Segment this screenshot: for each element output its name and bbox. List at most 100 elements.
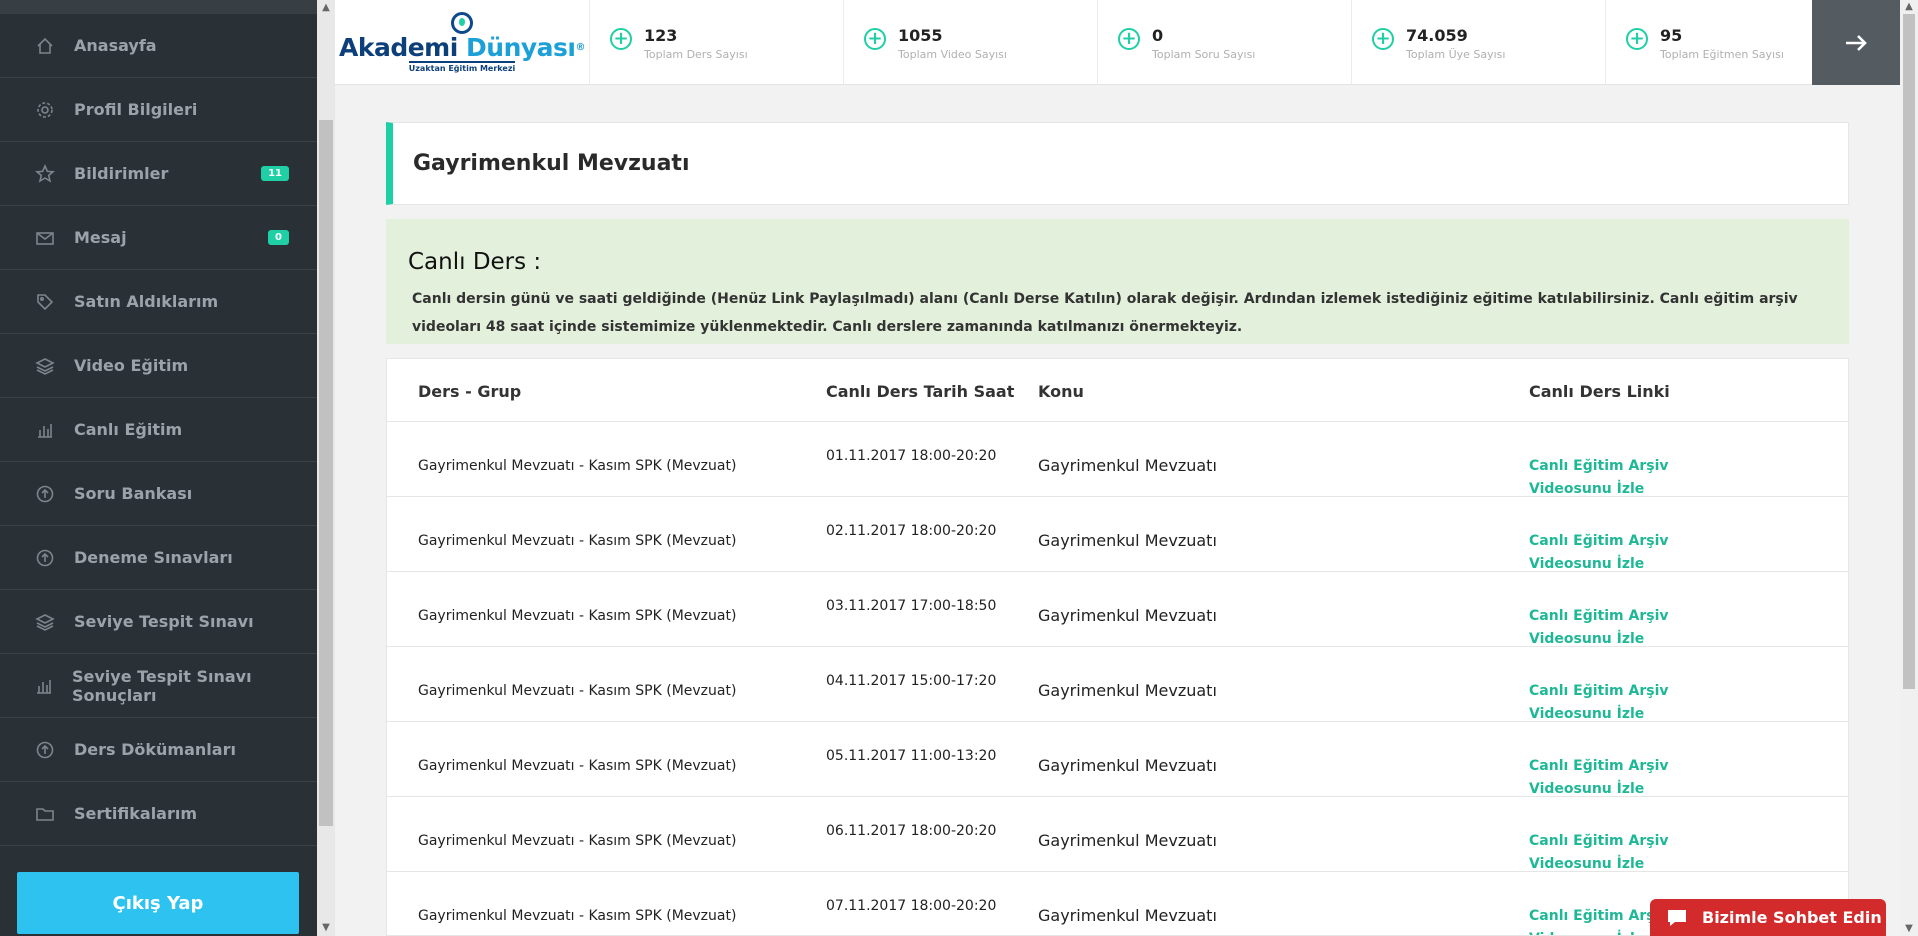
stat-value: 123 <box>644 26 678 45</box>
stat-total-questions: + 0 Toplam Soru Sayısı <box>1098 0 1352 85</box>
table-row: Gayrimenkul Mevzuatı - Kasım SPK (Mevzua… <box>387 572 1848 647</box>
sidebar-item-label: Sertifikalarım <box>74 804 198 823</box>
plus-circle-icon: + <box>1626 28 1648 50</box>
column-header-link: Canlı Ders Linki <box>1529 382 1670 401</box>
sidebar: Anasayfa Profil Bilgileri Bildirimler 11… <box>0 0 317 936</box>
sidebar-scrollbar[interactable]: ▲ ▼ <box>317 0 335 936</box>
sidebar-item-label: Satın Aldıklarım <box>74 292 219 311</box>
sidebar-top-strip <box>0 0 317 14</box>
sidebar-item-label: Bildirimler <box>74 164 169 183</box>
sidebar-item-label: Soru Bankası <box>74 484 193 503</box>
archive-video-link[interactable]: Canlı Eğitim Arşiv Videosunu İzle <box>1529 530 1729 576</box>
logo-wordmark: Akademi Dünyası® <box>338 33 585 62</box>
sidebar-item-bildirimler[interactable]: Bildirimler 11 <box>0 142 317 206</box>
sidebar-item-anasayfa[interactable]: Anasayfa <box>0 14 317 78</box>
archive-video-link[interactable]: Canlı Eğitim Arşiv Videosunu İzle <box>1529 830 1729 876</box>
sidebar-item-satin-aldiklarim[interactable]: Satın Aldıklarım <box>0 270 317 334</box>
sidebar-item-soru-bankasi[interactable]: Soru Bankası <box>0 462 317 526</box>
cell-topic: Gayrimenkul Mevzuatı <box>1038 606 1217 625</box>
sidebar-item-canli-egitim[interactable]: Canlı Eğitim <box>0 398 317 462</box>
live-lesson-info-box: Canlı Ders : Canlı dersin günü ve saati … <box>386 219 1849 344</box>
brand-logo[interactable]: Akademi Dünyası® Uzaktan Eğitim Merkezi <box>335 0 590 85</box>
page-title-card: Gayrimenkul Mevzuatı <box>386 122 1849 205</box>
cell-datetime: 06.11.2017 18:00-20:20 <box>826 823 997 839</box>
home-icon <box>34 35 56 57</box>
cell-datetime: 01.11.2017 18:00-20:20 <box>826 448 997 464</box>
sidebar-item-sertifikalarim[interactable]: Sertifikalarım <box>0 782 317 846</box>
archive-video-link[interactable]: Canlı Eğitim Arşiv Videosunu İzle <box>1529 455 1729 501</box>
sidebar-item-seviye-tespit-sinavi[interactable]: Seviye Tespit Sınavı <box>0 590 317 654</box>
arrow-up-circle-icon <box>34 483 56 505</box>
table-row: Gayrimenkul Mevzuatı - Kasım SPK (Mevzua… <box>387 497 1848 572</box>
bar-chart-icon <box>34 675 54 697</box>
table-row: Gayrimenkul Mevzuatı - Kasım SPK (Mevzua… <box>387 797 1848 872</box>
sidebar-item-deneme-sinavlari[interactable]: Deneme Sınavları <box>0 526 317 590</box>
column-header-topic: Konu <box>1038 382 1084 401</box>
stat-caption: Toplam Video Sayısı <box>898 48 1007 61</box>
logo-mark-icon <box>451 12 473 34</box>
sidebar-item-label: Canlı Eğitim <box>74 420 183 439</box>
sidebar-item-label: Ders Dökümanları <box>74 740 236 759</box>
sidebar-item-label: Deneme Sınavları <box>74 548 233 567</box>
archive-video-link[interactable]: Canlı Eğitim Arşiv Videosunu İzle <box>1529 755 1729 801</box>
cell-group: Gayrimenkul Mevzuatı - Kasım SPK (Mevzua… <box>418 458 737 474</box>
folder-icon <box>34 803 56 825</box>
sidebar-item-video-egitim[interactable]: Video Eğitim <box>0 334 317 398</box>
archive-video-link[interactable]: Canlı Eğitim Arşiv Videosunu İzle <box>1529 680 1729 726</box>
sidebar-item-ders-dokumanlari[interactable]: Ders Dökümanları <box>0 718 317 782</box>
top-header: Akademi Dünyası® Uzaktan Eğitim Merkezi … <box>335 0 1900 85</box>
cell-group: Gayrimenkul Mevzuatı - Kasım SPK (Mevzua… <box>418 608 737 624</box>
cell-group: Gayrimenkul Mevzuatı - Kasım SPK (Mevzua… <box>418 833 737 849</box>
star-icon <box>34 163 56 185</box>
stat-caption: Toplam Soru Sayısı <box>1152 48 1256 61</box>
cell-group: Gayrimenkul Mevzuatı - Kasım SPK (Mevzua… <box>418 758 737 774</box>
stat-total-members: + 74.059 Toplam Üye Sayısı <box>1352 0 1606 85</box>
scroll-up-arrow-icon[interactable]: ▲ <box>1900 0 1918 14</box>
sidebar-item-seviye-tespit-sonuclari[interactable]: Seviye Tespit Sınavı Sonuçları <box>0 654 317 718</box>
cell-datetime: 03.11.2017 17:00-18:50 <box>826 598 997 614</box>
stat-value: 95 <box>1660 26 1683 45</box>
stat-total-instructors: + 95 Toplam Eğitmen Sayısı <box>1606 0 1812 85</box>
cell-datetime: 07.11.2017 18:00-20:20 <box>826 898 997 914</box>
page-scrollbar[interactable]: ▲ ▼ <box>1900 0 1918 936</box>
cell-topic: Gayrimenkul Mevzuatı <box>1038 756 1217 775</box>
cell-group: Gayrimenkul Mevzuatı - Kasım SPK (Mevzua… <box>418 908 737 924</box>
layers-icon <box>34 611 56 633</box>
plus-circle-icon: + <box>1372 28 1394 50</box>
table-row: Gayrimenkul Mevzuatı - Kasım SPK (Mevzua… <box>387 647 1848 722</box>
archive-video-link[interactable]: Canlı Eğitim Arşiv Videosunu İzle <box>1529 605 1729 651</box>
plus-circle-icon: + <box>610 28 632 50</box>
forward-arrow-button[interactable] <box>1812 0 1900 85</box>
chat-bubble-icon <box>1668 909 1686 926</box>
table-row: Gayrimenkul Mevzuatı - Kasım SPK (Mevzua… <box>387 422 1848 497</box>
sidebar-scroll-thumb[interactable] <box>319 120 333 826</box>
scroll-down-arrow-icon[interactable]: ▼ <box>1900 922 1918 936</box>
message-count-badge: 0 <box>268 230 289 245</box>
scroll-down-arrow-icon[interactable]: ▼ <box>317 920 335 936</box>
stat-caption: Toplam Ders Sayısı <box>644 48 748 61</box>
sidebar-item-label: Mesaj <box>74 228 127 247</box>
logo-tagline: Uzaktan Eğitim Merkezi <box>408 61 516 73</box>
page-title: Gayrimenkul Mevzuatı <box>413 151 690 176</box>
table-row: Gayrimenkul Mevzuatı - Kasım SPK (Mevzua… <box>387 872 1848 935</box>
page-scroll-thumb[interactable] <box>1903 14 1915 689</box>
cell-group: Gayrimenkul Mevzuatı - Kasım SPK (Mevzua… <box>418 533 737 549</box>
sidebar-item-label: Seviye Tespit Sınavı <box>74 612 254 631</box>
notification-count-badge: 11 <box>261 166 289 181</box>
stat-total-courses: + 123 Toplam Ders Sayısı <box>590 0 844 85</box>
sidebar-item-label: Profil Bilgileri <box>74 100 198 119</box>
cell-datetime: 02.11.2017 18:00-20:20 <box>826 523 997 539</box>
logout-button[interactable]: Çıkış Yap <box>17 872 299 934</box>
scroll-up-arrow-icon[interactable]: ▲ <box>317 0 335 16</box>
stat-total-videos: + 1055 Toplam Video Sayısı <box>844 0 1098 85</box>
arrow-up-circle-icon <box>34 547 56 569</box>
sidebar-item-label: Video Eğitim <box>74 356 189 375</box>
table-row: Gayrimenkul Mevzuatı - Kasım SPK (Mevzua… <box>387 722 1848 797</box>
layers-icon <box>34 355 56 377</box>
chat-label: Bizimle Sohbet Edin <box>1702 908 1882 927</box>
sidebar-item-mesaj[interactable]: Mesaj 0 <box>0 206 317 270</box>
sidebar-item-profil[interactable]: Profil Bilgileri <box>0 78 317 142</box>
stat-value: 74.059 <box>1406 26 1468 45</box>
live-chat-button[interactable]: Bizimle Sohbet Edin <box>1650 899 1886 936</box>
cell-datetime: 05.11.2017 11:00-13:20 <box>826 748 997 764</box>
